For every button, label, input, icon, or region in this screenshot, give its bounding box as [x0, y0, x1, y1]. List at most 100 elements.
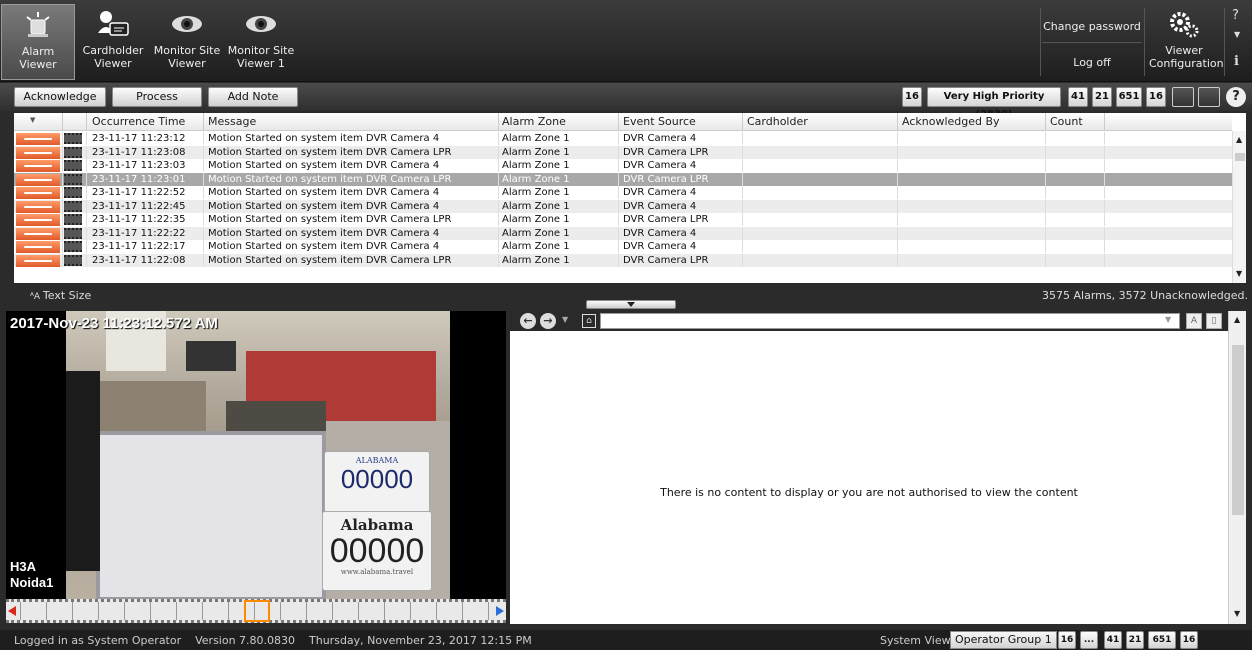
video-clip-icon[interactable]: [64, 200, 82, 212]
timeline-position-marker[interactable]: [244, 600, 270, 622]
video-clip-icon[interactable]: [64, 254, 82, 266]
column-divider: [897, 113, 898, 131]
column-divider: [1045, 113, 1046, 131]
cell-occurrence-time: 23-11-17 11:23:12: [92, 133, 186, 144]
priority-count-badge[interactable]: 16: [902, 87, 922, 107]
scrollbar-thumb[interactable]: [1232, 345, 1244, 515]
video-clip-icon[interactable]: [64, 160, 82, 171]
process-button[interactable]: Process: [112, 87, 202, 107]
cell-occurrence-time: 23-11-17 11:22:08: [92, 254, 186, 266]
table-scrollbar[interactable]: ▲ ▼: [1232, 131, 1246, 283]
table-row[interactable]: 23-11-17 11:22:22 Motion Started on syste…: [14, 226, 1232, 240]
monitor-site-viewer-button[interactable]: Monitor Site Viewer: [150, 4, 224, 80]
video-clip-icon[interactable]: [64, 146, 82, 158]
table-row[interactable]: 23-11-17 11:22:35 Motion Started on syste…: [14, 213, 1232, 226]
timeline-forward-icon[interactable]: [496, 606, 504, 616]
scroll-up-icon[interactable]: ▲: [1236, 135, 1242, 144]
column-divider: [203, 132, 204, 145]
column-divider: [86, 226, 87, 240]
table-row[interactable]: 23-11-17 11:23:01 Motion Started on syste…: [14, 172, 1232, 186]
video-clip-icon[interactable]: [64, 133, 82, 144]
priority-filter-badge[interactable]: Very High Priority (2830): [927, 87, 1061, 120]
column-header-count[interactable]: Count: [1050, 115, 1083, 128]
status-count-badge[interactable]: 41: [1104, 631, 1122, 649]
dropdown-arrow-icon[interactable]: ▼: [1234, 30, 1240, 39]
table-row[interactable]: 23-11-17 11:23:08 Motion Started on syste…: [14, 145, 1232, 159]
text-size-control[interactable]: ᴬA Text Size: [30, 289, 91, 302]
status-count-badge[interactable]: 16: [1058, 631, 1076, 649]
home-icon[interactable]: ⌂: [582, 314, 596, 328]
priority-count-badge[interactable]: 21: [1092, 87, 1112, 107]
panel-splitter-handle[interactable]: [586, 300, 676, 309]
status-count-badge[interactable]: 16: [1180, 631, 1198, 649]
column-header-occurrence-time[interactable]: Occurrence Time: [92, 115, 185, 128]
help-icon[interactable]: ?: [1226, 87, 1246, 107]
column-header-alarm-zone[interactable]: Alarm Zone: [502, 115, 566, 128]
back-icon[interactable]: ←: [520, 313, 536, 329]
cardholder-viewer-button[interactable]: Cardholder Viewer: [76, 4, 150, 80]
video-clip-icon[interactable]: [64, 173, 82, 185]
history-dropdown-icon[interactable]: ▼: [562, 315, 568, 324]
table-row[interactable]: 23-11-17 11:22:45 Motion Started on syste…: [14, 199, 1232, 213]
table-row[interactable]: 23-11-17 11:23:12 Motion Started on syste…: [14, 132, 1232, 145]
column-header-event-source[interactable]: Event Source: [623, 115, 696, 128]
sort-indicator-icon[interactable]: ▼: [30, 116, 35, 124]
video-panel[interactable]: ALABAMA 00000 Alabama 00000 www.alabama.…: [6, 311, 506, 601]
monitor-site-viewer-1-button[interactable]: Monitor Site Viewer 1: [224, 4, 298, 80]
column-header-cardholder[interactable]: Cardholder: [747, 115, 808, 128]
page-icon[interactable]: ▯: [1206, 313, 1222, 329]
scroll-down-icon[interactable]: ▼: [1236, 269, 1242, 278]
cell-message: Motion Started on system item DVR Camera…: [208, 160, 440, 171]
priority-count-badge[interactable]: 41: [1068, 87, 1088, 107]
viewer-configuration-button[interactable]: Viewer Configuration: [1146, 4, 1224, 80]
timeline-tick: [384, 602, 385, 620]
cell-event-source: DVR Camera LPR: [623, 254, 709, 266]
column-header-acknowledged-by[interactable]: Acknowledged By: [902, 115, 1000, 128]
timeline-back-icon[interactable]: [8, 606, 16, 616]
acknowledge-button[interactable]: Acknowledge: [14, 87, 106, 107]
scrollbar-thumb[interactable]: [1235, 153, 1245, 161]
video-clip-icon[interactable]: [64, 227, 82, 239]
scroll-down-icon[interactable]: ▼: [1234, 609, 1240, 618]
alarm-viewer-button[interactable]: Alarm Viewer: [1, 4, 75, 80]
priority-count-badge[interactable]: 651: [1116, 87, 1142, 107]
log-off-link[interactable]: Log off: [1042, 56, 1142, 69]
info-icon[interactable]: i: [1234, 54, 1239, 69]
cell-alarm-zone: Alarm Zone 1: [502, 227, 570, 239]
status-count-badge[interactable]: ...: [1080, 631, 1098, 649]
status-count-badge[interactable]: 651: [1148, 631, 1176, 649]
column-divider: [1104, 199, 1105, 213]
change-password-link[interactable]: Change password: [1042, 20, 1142, 33]
help-icon[interactable]: ?: [1232, 8, 1239, 23]
cell-event-source: DVR Camera 4: [623, 133, 697, 144]
table-row[interactable]: 23-11-17 11:22:08 Motion Started on syste…: [14, 253, 1232, 267]
column-divider: [618, 172, 619, 186]
text-size-icon[interactable]: A: [1186, 313, 1202, 329]
cell-event-source: DVR Camera 4: [623, 227, 697, 239]
column-divider: [618, 226, 619, 240]
table-row[interactable]: 23-11-17 11:22:17 Motion Started on syste…: [14, 240, 1232, 253]
video-clip-icon[interactable]: [64, 187, 82, 198]
column-header-message[interactable]: Message: [208, 115, 256, 128]
table-row[interactable]: 23-11-17 11:23:03 Motion Started on syste…: [14, 159, 1232, 172]
address-dropdown-icon[interactable]: ▼: [1165, 315, 1171, 324]
priority-count-badge[interactable]: 16: [1146, 87, 1166, 107]
video-clip-icon[interactable]: [64, 241, 82, 252]
system-view-selector[interactable]: Operator Group 1: [950, 631, 1057, 649]
empty-filter-badge[interactable]: [1198, 87, 1220, 107]
video-timeline[interactable]: [6, 599, 506, 623]
status-count-badge[interactable]: 21: [1126, 631, 1144, 649]
video-clip-icon[interactable]: [64, 214, 82, 225]
column-divider: [742, 226, 743, 240]
timeline-tick: [150, 602, 151, 620]
address-input[interactable]: [600, 313, 1180, 329]
scroll-up-icon[interactable]: ▲: [1234, 315, 1240, 324]
add-note-button[interactable]: Add Note: [208, 87, 298, 107]
empty-filter-badge[interactable]: [1172, 87, 1194, 107]
column-divider: [1104, 253, 1105, 267]
timeline-tick: [410, 602, 411, 620]
forward-icon[interactable]: →: [540, 313, 556, 329]
table-row[interactable]: 23-11-17 11:22:52 Motion Started on syste…: [14, 186, 1232, 199]
column-divider: [86, 145, 87, 159]
browser-scrollbar[interactable]: ▲ ▼: [1228, 311, 1246, 624]
